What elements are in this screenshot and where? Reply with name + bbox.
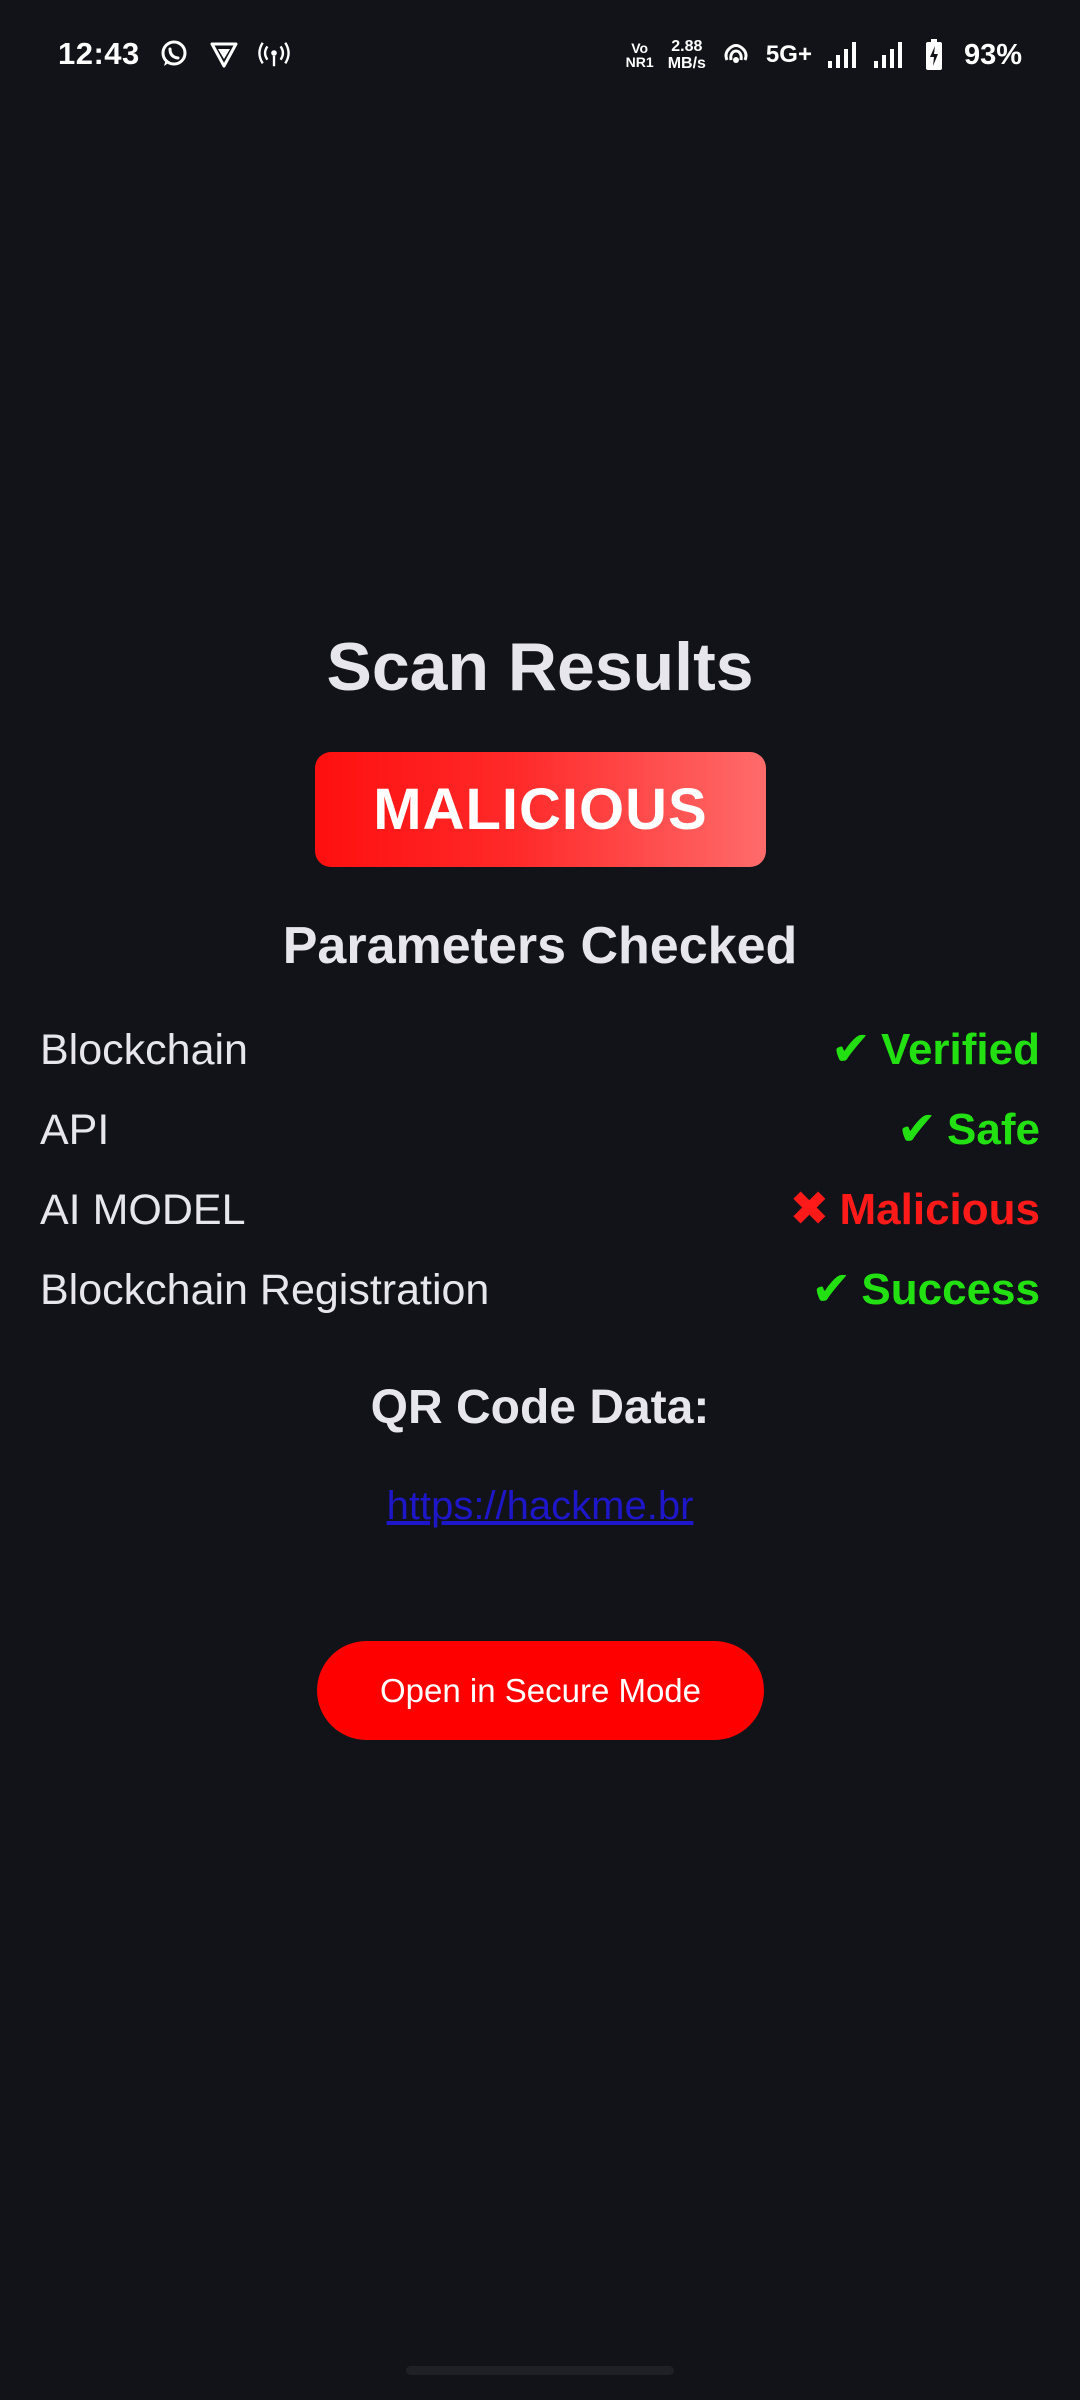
wifi-calling-icon: [720, 39, 752, 71]
qr-url-link[interactable]: https://hackme.br: [387, 1484, 694, 1528]
volte-top: Vo: [631, 40, 649, 56]
battery-charging-icon: [918, 39, 950, 71]
parameters-list: Blockchain ✔ Verified API ✔ Safe AI MODE…: [40, 1010, 1040, 1330]
status-time: 12:43: [58, 36, 140, 71]
battery-percent: 93%: [963, 38, 1022, 71]
volte-indicator: Vo NR1: [626, 41, 654, 69]
page-title: Scan Results: [326, 629, 754, 705]
param-label: Blockchain Registration: [40, 1265, 490, 1314]
signal-icon-2: [872, 39, 904, 71]
param-label: API: [40, 1105, 110, 1154]
verdict-badge: MALICIOUS: [315, 752, 766, 867]
status-bar-right: Vo NR1 2.88 MB/s 5G+ 93%: [626, 38, 1022, 72]
network-type: 5G+: [765, 41, 812, 68]
param-row-ai-model: AI MODEL ✖ Malicious: [40, 1170, 1040, 1250]
param-status-text: Success: [861, 1265, 1040, 1314]
param-status-text: Verified: [881, 1025, 1040, 1074]
check-icon: ✔: [896, 1103, 938, 1156]
whatsapp-icon: [158, 38, 190, 70]
volte-bottom: NR1: [625, 54, 654, 70]
param-label: Blockchain: [40, 1025, 248, 1074]
network-speed-unit: MB/s: [667, 55, 706, 72]
hotspot-icon: [258, 38, 290, 70]
cross-icon: ✖: [789, 1183, 830, 1236]
param-row-api: API ✔ Safe: [40, 1090, 1040, 1170]
param-row-blockchain: Blockchain ✔ Verified: [40, 1010, 1040, 1090]
verdict-text: MALICIOUS: [373, 777, 708, 842]
check-icon: ✔: [830, 1023, 872, 1076]
param-status-text: Safe: [947, 1105, 1040, 1154]
param-row-blockchain-registration: Blockchain Registration ✔ Success: [40, 1250, 1040, 1330]
qr-link-container: https://hackme.br: [0, 1484, 1080, 1529]
network-speed: 2.88 MB/s: [668, 38, 706, 72]
home-indicator[interactable]: [406, 2366, 674, 2375]
signal-icon: [826, 39, 858, 71]
param-label: AI MODEL: [40, 1185, 246, 1234]
network-speed-value: 2.88: [671, 38, 703, 55]
param-status: ✖ Malicious: [789, 1185, 1040, 1235]
parameters-title: Parameters Checked: [282, 917, 798, 975]
check-icon: ✔: [811, 1263, 852, 1316]
param-status: ✔ Verified: [831, 1025, 1040, 1075]
param-status: ✔ Safe: [897, 1105, 1040, 1155]
open-secure-mode-button[interactable]: Open in Secure Mode: [317, 1641, 764, 1740]
param-status-text: Malicious: [839, 1185, 1041, 1234]
vpn-shield-icon: [208, 38, 240, 70]
status-bar-left: 12:43: [58, 36, 290, 72]
qr-data-title: QR Code Data:: [370, 1381, 710, 1434]
status-bar: 12:43 Vo NR1 2.88 MB/s 5G+ 93%: [0, 0, 1080, 115]
param-status: ✔ Success: [811, 1265, 1040, 1315]
